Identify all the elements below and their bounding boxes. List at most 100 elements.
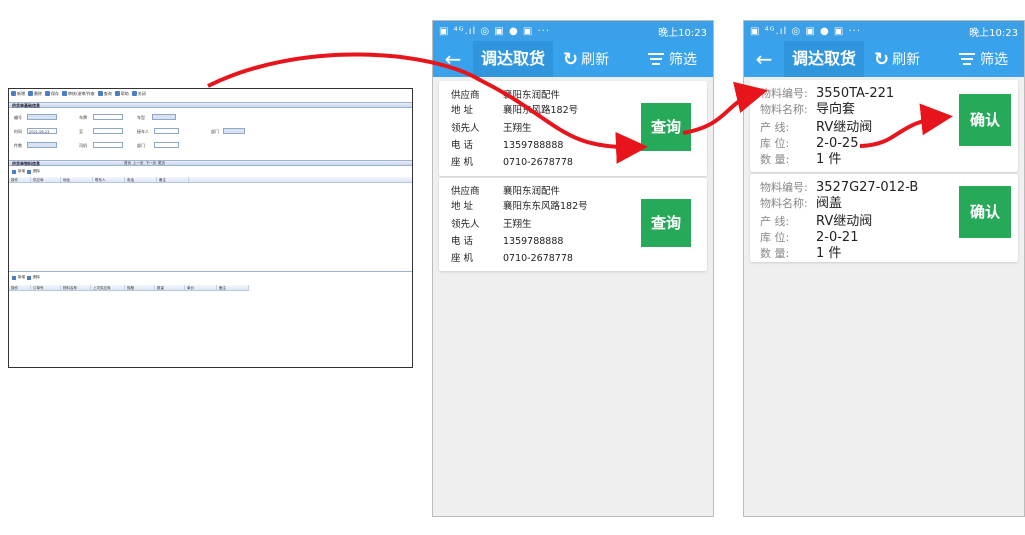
pager: 首页 上一页 下一页 尾页 — [124, 161, 165, 166]
no-input[interactable] — [27, 114, 57, 120]
toolbar-save-button[interactable]: 保存 — [45, 91, 59, 97]
grid2-col: 上次供应商 — [91, 285, 125, 290]
query-button[interactable]: 查询 — [641, 103, 691, 151]
grid2-col: 操作 — [9, 285, 31, 290]
cartype-label: 车型 — [137, 115, 145, 120]
dept-label: 部门 — [211, 129, 219, 134]
grid1-col: 联系人 — [93, 177, 125, 182]
no-label: 编号 — [14, 115, 22, 120]
material-card[interactable]: 物料编号: 3550TA-221 物料名称: 导向套 产 线: RV继动阀 库 位: 2… — [750, 80, 1018, 172]
back-arrow-icon[interactable]: ← — [433, 47, 473, 71]
carno-label: 车牌 — [79, 115, 87, 120]
desktop-toolbar: 新增 删除 保存 审核/退审/作废 查询 帮助 关闭 — [9, 89, 412, 98]
pager-prev[interactable]: 上一页 — [133, 161, 144, 166]
dept2-label: 部门 — [137, 143, 145, 148]
pager-first[interactable]: 首页 — [124, 161, 131, 166]
section-material-header: 供货单物料信息 — [9, 160, 412, 166]
save-icon — [45, 91, 50, 96]
grid1-col: 供应商 — [31, 177, 61, 182]
grid2-buttons: 新增 删除 — [12, 275, 40, 280]
signal-icons: ▣ ⁴ᴳ.ıl ◎ ▣ ● ▣ ··· — [439, 25, 551, 37]
confirm-button[interactable]: 确认 — [959, 94, 1011, 146]
grid1-col: 地址 — [61, 177, 93, 182]
toolbar-add-button[interactable]: 新增 — [11, 91, 25, 97]
grid2-header: 操作 订单号 物料名称 上次供应商 规格 数量 单价 备注 — [9, 285, 249, 291]
grid1-col: 电话 — [125, 177, 157, 182]
toolbar-delete-button[interactable]: 删除 — [28, 91, 42, 97]
refresh-icon: ↻ — [874, 48, 890, 70]
grid2-col: 单价 — [185, 285, 217, 290]
time-input[interactable]: 2021-06-23 — [27, 128, 57, 134]
grid1-col: 备注 — [157, 177, 189, 182]
grid1-add-button[interactable]: 新增 — [18, 169, 25, 174]
filter-button[interactable]: 筛选 — [959, 49, 1008, 69]
grid1-col: 操作 — [9, 177, 31, 182]
add-icon — [12, 275, 16, 280]
cartype-input[interactable] — [152, 114, 176, 120]
pager-next[interactable]: 下一页 — [146, 161, 157, 166]
grid2-col: 规格 — [125, 285, 155, 290]
supplier-row: 供应商 襄阳东润配件 — [451, 90, 561, 101]
supplier-row: 供应商 襄阳东润配件 — [451, 186, 561, 197]
contact-row: 领先人 王翔生 — [451, 219, 532, 230]
add-icon — [11, 91, 16, 96]
section-basic-info-header: 供货单基础信息 — [9, 102, 412, 108]
status-time: 晚上10:23 — [969, 27, 1018, 39]
query-icon — [97, 91, 103, 96]
grid2-col: 订单号 — [31, 285, 61, 290]
page-title: 调达取货 — [473, 41, 554, 77]
name-row: 物料名称: 阀盖 — [760, 196, 843, 211]
delete-icon — [27, 275, 31, 280]
delete-icon — [28, 91, 33, 96]
app-bar: ← 调达取货 ↻ 刷新 筛选 — [433, 41, 713, 77]
refresh-icon: ↻ — [563, 48, 579, 70]
back-arrow-icon[interactable]: ← — [744, 47, 784, 71]
supplier-card[interactable]: 供应商 襄阳东润配件 地 址襄阳东东风路182号 领先人 王翔生 电 话 135978… — [439, 178, 707, 271]
quantity-row: 数 量: 1 件 — [760, 152, 842, 167]
material-card[interactable]: 物料编号: 3527G27-012-B 物料名称: 阀盖 产 线: RV继动阀 库 位… — [750, 174, 1018, 262]
status-bar: ▣ ⁴ᴳ.ıl ◎ ▣ ● ▣ ··· 晚上10:23 — [744, 21, 1024, 41]
delete-icon — [27, 169, 31, 174]
address-row: 地 址襄阳东东风路182号 — [451, 201, 588, 212]
grid2-col: 数量 — [155, 285, 185, 290]
status-time: 晚上10:23 — [658, 27, 707, 39]
address-row: 地 址襄阳东风路182号 — [451, 105, 579, 116]
filter-button[interactable]: 筛选 — [648, 49, 697, 69]
receiver-label: 接车人 — [137, 129, 149, 134]
page-title: 调达取货 — [784, 41, 865, 77]
close-icon — [131, 91, 137, 96]
filter-icon — [648, 50, 664, 68]
pager-last[interactable]: 尾页 — [158, 161, 165, 166]
help-icon — [114, 91, 120, 96]
driver-input[interactable] — [93, 142, 123, 148]
carno-input[interactable] — [93, 114, 123, 120]
query-button[interactable]: 查询 — [641, 199, 691, 247]
to-input[interactable] — [93, 128, 123, 134]
phone-material-list: ▣ ⁴ᴳ.ıl ◎ ▣ ● ▣ ··· 晚上10:23 ← 调达取货 ↻ 刷新 筛… — [743, 20, 1025, 517]
refresh-button[interactable]: ↻ 刷新 — [874, 49, 920, 70]
dept-input[interactable] — [223, 128, 245, 134]
receiver-input[interactable] — [154, 128, 179, 134]
driver-label: 司机 — [79, 143, 87, 148]
phone-supplier-list: ▣ ⁴ᴳ.ıl ◎ ▣ ● ▣ ··· 晚上10:23 ← 调达取货 ↻ 刷新 筛… — [432, 20, 714, 517]
grid1-delete-button[interactable]: 删除 — [33, 169, 40, 174]
toolbar-help-button[interactable]: 帮助 — [114, 91, 129, 97]
add-icon — [12, 169, 16, 174]
tel-row: 座 机 0710-2678778 — [451, 253, 573, 264]
toolbar-audit-button[interactable]: 审核/退审/作废 — [62, 91, 95, 97]
name-row: 物料名称: 导向套 — [760, 102, 856, 117]
filter-icon — [959, 50, 975, 68]
grid2-delete-button[interactable]: 删除 — [33, 275, 40, 280]
phone-row: 电 话 1359788888 — [451, 236, 564, 247]
supplier-card[interactable]: 供应商 襄阳东润配件 地 址襄阳东风路182号 领先人 王翔生 电 话 1359788… — [439, 81, 707, 176]
dept2-input[interactable] — [154, 142, 179, 148]
confirm-button[interactable]: 确认 — [959, 186, 1011, 238]
toolbar-close-button[interactable]: 关闭 — [131, 91, 146, 97]
grid2-add-button[interactable]: 新增 — [18, 275, 25, 280]
grid2-col: 备注 — [217, 285, 249, 290]
qty-label: 件数 — [14, 143, 22, 148]
qty-input[interactable] — [27, 142, 57, 148]
phone-row: 电 话 1359788888 — [451, 140, 564, 151]
toolbar-query-button[interactable]: 查询 — [97, 91, 112, 97]
refresh-button[interactable]: ↻ 刷新 — [563, 49, 609, 70]
